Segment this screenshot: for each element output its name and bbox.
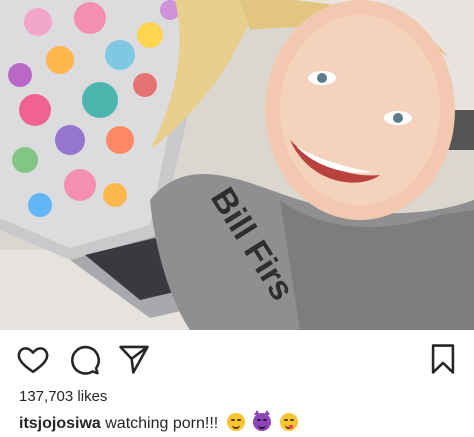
caption-username[interactable]: itsjojosiwa (19, 415, 101, 432)
post-photo[interactable]: Bill Firs (0, 0, 474, 330)
bookmark-icon[interactable] (426, 342, 460, 376)
face-savoring-food-emoji (279, 413, 298, 431)
post-caption: itsjojosiwa watching porn!!! (19, 410, 298, 433)
caption-text: watching porn!!! (105, 415, 219, 432)
likes-label: likes (77, 388, 108, 405)
smiling-face-with-horns-emoji (253, 410, 272, 431)
comment-icon[interactable] (67, 342, 101, 376)
likes-number: 137,703 (19, 388, 74, 405)
relieved-face-emoji (226, 413, 245, 431)
heart-icon[interactable] (16, 342, 50, 376)
likes-count[interactable]: 137,703 likes (19, 388, 107, 405)
post-photo-illustration: Bill Firs (0, 0, 474, 330)
share-icon[interactable] (117, 342, 151, 376)
instagram-post: Bill Firs 137,703 likes itsjojosiwa watc… (0, 0, 474, 437)
post-action-bar (0, 336, 474, 380)
